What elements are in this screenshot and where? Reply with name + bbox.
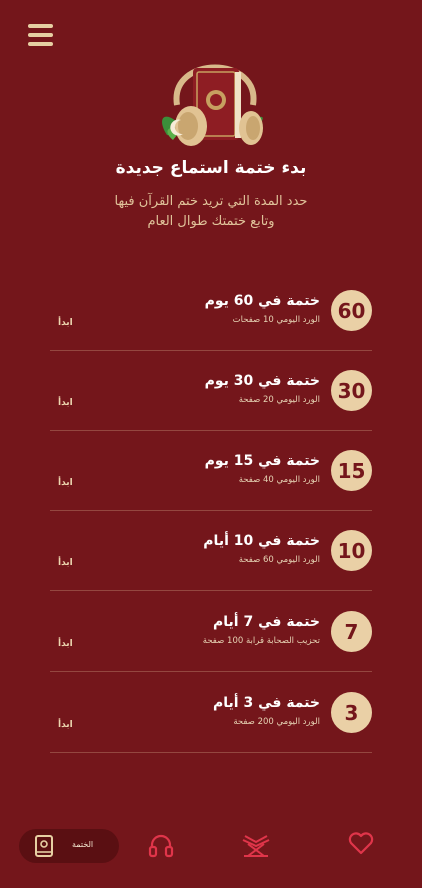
plan-days-badge: 60 <box>331 290 372 331</box>
start-button[interactable]: ابدأ <box>58 398 73 408</box>
plan-days-badge: 10 <box>331 530 372 571</box>
menu-bar <box>28 33 53 37</box>
plan-daily-portion: الورد اليومي 40 صفحة <box>238 475 320 485</box>
plan-days-badge: 3 <box>331 692 372 733</box>
page-title: بدء ختمة استماع جديدة <box>115 158 307 178</box>
plan-daily-portion: الورد اليومي 10 صفحات <box>232 315 320 325</box>
plan-days-badge: 7 <box>331 611 372 652</box>
plan-7-days[interactable]: 7 ختمة في 7 أيام تحزيب الصحابة قرابة 100… <box>50 611 372 672</box>
plan-title: ختمة في 30 يوم <box>204 373 320 389</box>
menu-bar <box>28 24 53 28</box>
menu-bar <box>28 42 53 46</box>
plan-daily-portion: الورد اليومي 20 صفحة <box>238 395 320 405</box>
page-subtitle: حدد المدة التي تريد ختم القرآن فيها وتاب… <box>0 192 422 232</box>
plan-10-days[interactable]: 10 ختمة في 10 أيام الورد اليومي 60 صفحة … <box>50 530 372 591</box>
plan-days-badge: 15 <box>331 450 372 491</box>
start-button[interactable]: ابدأ <box>58 639 73 649</box>
plan-30-days[interactable]: 30 ختمة في 30 يوم الورد اليومي 20 صفحة ا… <box>50 370 372 431</box>
bottom-nav: الختمة <box>0 818 422 878</box>
heart-icon[interactable] <box>348 832 374 856</box>
plan-daily-portion: الورد اليومي 60 صفحة <box>238 555 320 565</box>
start-button[interactable]: ابدأ <box>58 720 73 730</box>
plan-15-days[interactable]: 15 ختمة في 15 يوم الورد اليومي 40 صفحة ا… <box>50 450 372 511</box>
nav-item-khatma[interactable]: الختمة <box>19 829 119 863</box>
start-button[interactable]: ابدأ <box>58 558 73 568</box>
nav-item-label: الختمة <box>72 840 94 849</box>
plan-3-days[interactable]: 3 ختمة في 3 أيام الورد اليومي 200 صفحة ا… <box>50 692 372 753</box>
menu-icon[interactable] <box>28 24 53 48</box>
plan-daily-portion: تحزيب الصحابة قرابة 100 صفحة <box>202 636 320 646</box>
plan-title: ختمة في 10 أيام <box>203 533 320 549</box>
plan-days-badge: 30 <box>331 370 372 411</box>
headphones-icon[interactable] <box>148 832 174 858</box>
plan-title: ختمة في 60 يوم <box>204 293 320 309</box>
plan-daily-portion: الورد اليومي 200 صفحة <box>233 717 320 727</box>
subtitle-line: وتابع ختمتك طوال العام <box>147 214 275 229</box>
quran-headphones-illustration <box>162 64 263 146</box>
plan-title: ختمة في 15 يوم <box>204 453 320 469</box>
plan-60-days[interactable]: 60 ختمة في 60 يوم الورد اليومي 10 صفحات … <box>50 290 372 351</box>
plan-title: ختمة في 3 أيام <box>213 695 320 711</box>
subtitle-line: حدد المدة التي تريد ختم القرآن فيها <box>114 194 308 209</box>
start-button[interactable]: ابدأ <box>58 318 73 328</box>
plan-title: ختمة في 7 أيام <box>213 614 320 630</box>
start-button[interactable]: ابدأ <box>58 478 73 488</box>
book-icon <box>35 835 53 857</box>
quran-stand-icon[interactable] <box>240 832 272 858</box>
